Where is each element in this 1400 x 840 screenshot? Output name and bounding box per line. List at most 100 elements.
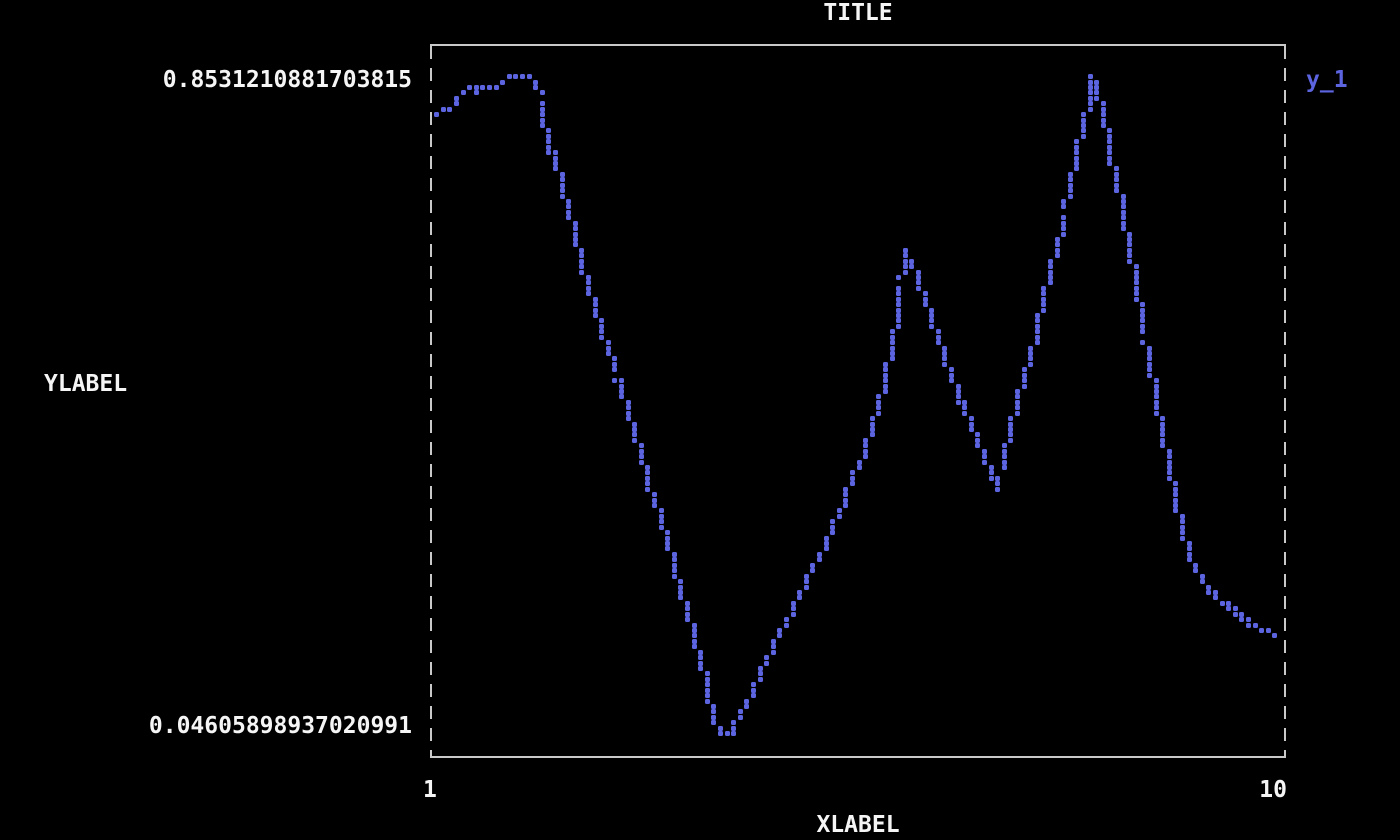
data-point bbox=[850, 470, 855, 475]
data-point bbox=[1173, 492, 1178, 497]
data-point bbox=[540, 107, 545, 112]
data-point bbox=[593, 297, 598, 302]
data-point bbox=[903, 248, 908, 253]
data-point bbox=[923, 297, 928, 302]
data-point bbox=[936, 340, 941, 345]
data-point bbox=[1134, 275, 1139, 280]
data-point bbox=[830, 519, 835, 524]
data-point bbox=[890, 351, 895, 356]
data-point bbox=[474, 85, 479, 90]
data-point bbox=[573, 242, 578, 247]
data-point bbox=[916, 275, 921, 280]
data-point bbox=[1035, 324, 1040, 329]
data-point bbox=[1134, 286, 1139, 291]
data-point bbox=[639, 460, 644, 465]
data-point bbox=[659, 519, 664, 524]
data-point bbox=[1035, 329, 1040, 334]
data-point bbox=[1074, 166, 1079, 171]
data-point bbox=[1088, 96, 1093, 101]
data-point bbox=[1015, 389, 1020, 394]
data-point bbox=[975, 438, 980, 443]
data-point bbox=[909, 259, 914, 264]
data-point bbox=[824, 536, 829, 541]
data-point bbox=[896, 308, 901, 313]
data-point bbox=[962, 411, 967, 416]
data-point bbox=[751, 688, 756, 693]
data-point bbox=[771, 639, 776, 644]
data-point bbox=[883, 367, 888, 372]
data-point bbox=[771, 650, 776, 655]
data-point bbox=[1088, 74, 1093, 79]
data-point bbox=[566, 210, 571, 215]
data-point bbox=[619, 394, 624, 399]
data-point bbox=[1114, 177, 1119, 182]
data-point bbox=[599, 329, 604, 334]
data-point bbox=[586, 275, 591, 280]
data-point bbox=[632, 432, 637, 437]
data-point bbox=[1147, 351, 1152, 356]
data-point bbox=[1206, 585, 1211, 590]
data-point bbox=[1022, 373, 1027, 378]
legend-label-y1: y_1 bbox=[1306, 67, 1348, 93]
data-point bbox=[467, 85, 472, 90]
data-point bbox=[1154, 389, 1159, 394]
data-point bbox=[896, 302, 901, 307]
data-point bbox=[1246, 623, 1251, 628]
data-point bbox=[659, 525, 664, 530]
data-point bbox=[1055, 248, 1060, 253]
data-point bbox=[573, 237, 578, 242]
data-point bbox=[692, 633, 697, 638]
data-point bbox=[784, 623, 789, 628]
data-point bbox=[1022, 384, 1027, 389]
data-point bbox=[1008, 432, 1013, 437]
data-point bbox=[896, 291, 901, 296]
data-point bbox=[685, 606, 690, 611]
data-point bbox=[969, 427, 974, 432]
data-point bbox=[1233, 606, 1238, 611]
data-point bbox=[1068, 188, 1073, 193]
data-point bbox=[678, 585, 683, 590]
data-point bbox=[1107, 161, 1112, 166]
data-point bbox=[1127, 253, 1132, 258]
data-point bbox=[1140, 318, 1145, 323]
data-point bbox=[1002, 449, 1007, 454]
data-point bbox=[619, 384, 624, 389]
data-point bbox=[698, 650, 703, 655]
data-point bbox=[672, 563, 677, 568]
data-point bbox=[632, 427, 637, 432]
data-point bbox=[1061, 215, 1066, 220]
data-point bbox=[619, 378, 624, 383]
data-point bbox=[1101, 101, 1106, 106]
data-point bbox=[599, 318, 604, 323]
data-point bbox=[936, 329, 941, 334]
data-point bbox=[652, 492, 657, 497]
data-point bbox=[560, 172, 565, 177]
data-point bbox=[1239, 617, 1244, 622]
data-point bbox=[705, 699, 710, 704]
data-point bbox=[1048, 259, 1053, 264]
data-point bbox=[645, 481, 650, 486]
data-point bbox=[909, 264, 914, 269]
data-point bbox=[843, 487, 848, 492]
data-point bbox=[777, 633, 782, 638]
data-point bbox=[883, 373, 888, 378]
data-point bbox=[665, 546, 670, 551]
data-point bbox=[1088, 85, 1093, 90]
data-point bbox=[698, 655, 703, 660]
data-point bbox=[1160, 438, 1165, 443]
data-point bbox=[711, 704, 716, 709]
data-point bbox=[705, 677, 710, 682]
data-point bbox=[1140, 324, 1145, 329]
data-point bbox=[923, 291, 928, 296]
chart-title: TITLE bbox=[430, 0, 1286, 26]
data-point bbox=[612, 362, 617, 367]
data-point bbox=[731, 726, 736, 731]
data-point bbox=[1180, 519, 1185, 524]
data-point bbox=[1272, 633, 1277, 638]
data-point bbox=[936, 335, 941, 340]
data-point bbox=[659, 508, 664, 513]
data-point bbox=[995, 487, 1000, 492]
data-point bbox=[784, 617, 789, 622]
data-point bbox=[1094, 90, 1099, 95]
data-point bbox=[1101, 112, 1106, 117]
